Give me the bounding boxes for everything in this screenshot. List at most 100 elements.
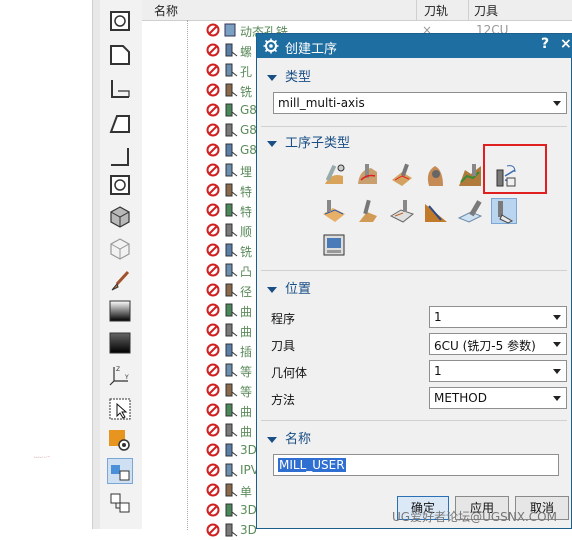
corner-icon[interactable] (107, 144, 133, 170)
chevron-down-icon (553, 396, 561, 401)
section-type-label: 类型 (285, 70, 312, 85)
no-toolpath-icon (206, 63, 220, 77)
no-toolpath-icon (206, 103, 220, 117)
cylinder-outline-icon[interactable] (107, 172, 133, 198)
no-toolpath-icon (206, 43, 220, 57)
wedge-icon[interactable] (107, 110, 133, 136)
graphics-area[interactable] (0, 0, 100, 529)
geometry-select[interactable]: 1 (429, 360, 567, 382)
chevron-down-icon (553, 101, 561, 106)
column-tool[interactable]: 刀具 (474, 2, 498, 19)
row-name: G8 (240, 103, 257, 117)
type-select[interactable]: mill_multi-axis (273, 92, 567, 114)
box-chamfer-icon[interactable] (107, 42, 133, 68)
operation-icon (225, 283, 238, 297)
no-toolpath-icon (206, 403, 220, 417)
help-button[interactable]: ? (541, 36, 549, 52)
create-operation-dialog: 创建工序 ? × 类型 mill_multi-axis 工序子类型 位置 程序 … (256, 33, 572, 529)
row-name: 径 (240, 285, 253, 299)
no-toolpath-icon (206, 343, 220, 357)
section-location-header[interactable]: 位置 (267, 278, 312, 297)
row-name: 3D (240, 503, 257, 517)
row-name: 3D (240, 443, 257, 457)
no-toolpath-icon (206, 463, 220, 477)
no-toolpath-icon (206, 503, 220, 517)
deburring-icon[interactable] (423, 198, 449, 224)
multi-axis-finish-icon[interactable] (491, 198, 517, 224)
section-type-header[interactable]: 类型 (267, 66, 312, 85)
operation-icon (225, 243, 238, 257)
operation-icon (225, 183, 238, 197)
l-shape-icon[interactable] (107, 76, 133, 102)
no-toolpath-icon (206, 163, 220, 177)
toolpath-icon[interactable] (107, 458, 133, 484)
section-divider (261, 270, 567, 271)
graphics-fragment (34, 456, 50, 458)
variable-streamline-icon[interactable] (389, 162, 415, 188)
no-toolpath-icon (206, 283, 220, 297)
no-toolpath-icon (206, 203, 220, 217)
brush-icon[interactable] (107, 268, 133, 294)
close-button[interactable]: × (560, 36, 572, 52)
geometry-label: 几何体 (271, 366, 308, 380)
row-name: 孔 (240, 65, 253, 79)
row-name: 特 (240, 185, 253, 199)
section-subtype-header[interactable]: 工序子类型 (267, 132, 350, 151)
mill-user-icon[interactable] (321, 232, 347, 258)
row-name: 单 (240, 485, 253, 499)
operation-icon (225, 223, 238, 237)
select-icon[interactable] (107, 396, 133, 422)
swarf-icon[interactable] (321, 162, 347, 188)
fixed-contour-icon[interactable] (457, 162, 483, 188)
row-name: 铣 (240, 85, 253, 99)
section-name-header[interactable]: 名称 (267, 428, 311, 447)
row-name: 曲 (240, 325, 253, 339)
operation-icon (225, 43, 238, 57)
operation-icon (225, 503, 238, 517)
chevron-down-icon (553, 315, 561, 320)
resource-toolbar: ZY (100, 0, 143, 529)
row-name: 凸 (240, 265, 253, 279)
multi-axis-rough-icon[interactable] (457, 198, 483, 224)
section-location-label: 位置 (285, 282, 312, 297)
program-value: 1 (434, 310, 442, 324)
gear-icon (263, 38, 279, 54)
watermark: UG爱好者论坛@UGSNX.COM (392, 510, 557, 524)
tube-finish-icon[interactable] (389, 198, 415, 224)
operation-icon (225, 323, 238, 337)
no-toolpath-icon (206, 143, 220, 157)
gradient-dark-icon[interactable] (107, 330, 133, 356)
tool-select[interactable]: 6CU (铣刀-5 参数) (429, 333, 567, 355)
axis-icon[interactable]: ZY (107, 362, 133, 388)
operation-icon (225, 443, 238, 457)
variable-contour-icon[interactable] (355, 162, 381, 188)
cylinder-icon[interactable] (107, 8, 133, 34)
row-name: 曲 (240, 405, 253, 419)
generic-motion-icon[interactable] (321, 198, 347, 224)
column-name[interactable]: 名称 (154, 2, 178, 19)
dialog-title: 创建工序 (285, 42, 338, 57)
contour-profile-icon[interactable] (423, 162, 449, 188)
settings-icon[interactable] (107, 428, 133, 454)
collapse-arrow-icon (267, 140, 277, 147)
no-toolpath-icon (206, 23, 220, 37)
operation-icon (225, 63, 238, 77)
no-toolpath-icon (206, 263, 220, 277)
multi-blade-icon[interactable] (355, 198, 381, 224)
solid-box-icon[interactable] (107, 204, 133, 230)
svg-text:Z: Z (116, 366, 120, 373)
highlight-box (483, 144, 547, 194)
dialog-title-bar[interactable]: 创建工序 ? × (257, 34, 572, 58)
name-value: MILL_USER (278, 458, 346, 472)
no-toolpath-icon (206, 383, 220, 397)
section-divider (261, 126, 567, 127)
row-name: 顺 (240, 225, 253, 239)
gradient-icon[interactable] (107, 298, 133, 324)
name-input[interactable]: MILL_USER (273, 454, 559, 476)
program-select[interactable]: 1 (429, 306, 567, 328)
toolpath-2-icon[interactable] (107, 490, 133, 516)
wireframe-box-icon[interactable] (107, 236, 133, 262)
method-select[interactable]: METHOD (429, 387, 567, 409)
column-path[interactable]: 刀轨 (424, 2, 448, 19)
method-value: METHOD (434, 391, 487, 405)
